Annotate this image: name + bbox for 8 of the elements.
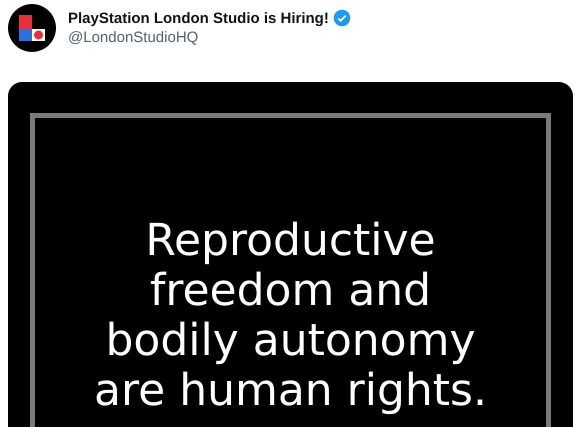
avatar-logo[interactable] [8, 4, 56, 52]
image-text: freedom and [150, 266, 432, 316]
author-handle[interactable]: @LondonStudioHQ [68, 29, 351, 46]
image-text: bodily autonomy [106, 316, 476, 366]
image-text: Reproductive [145, 216, 436, 266]
author-name[interactable]: PlayStation London Studio is Hiring! [68, 10, 329, 26]
image-text: are human rights. [94, 366, 487, 416]
media-image[interactable]: Reproductive freedom and bodily autonomy are human rights. [8, 82, 573, 427]
